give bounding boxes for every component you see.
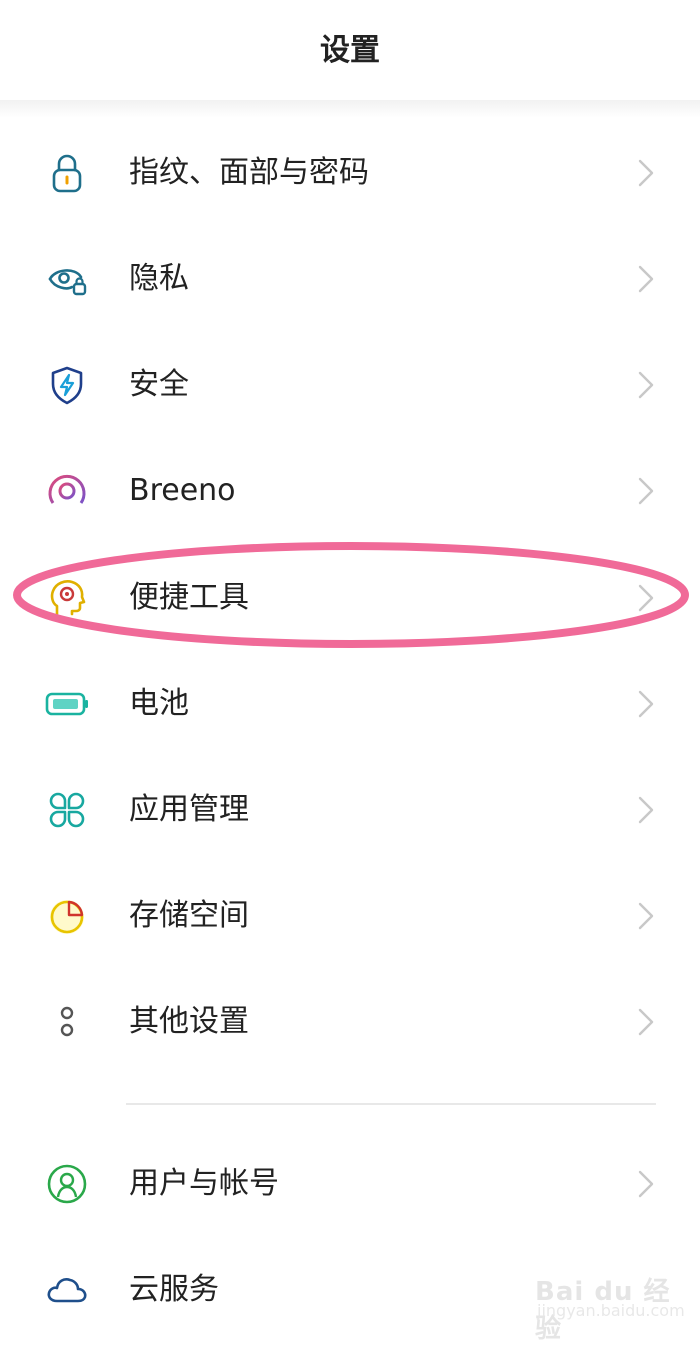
settings-item-fingerprint-face-password[interactable]: 指纹、面部与密码 [0, 128, 700, 218]
breeno-ring-icon [45, 469, 89, 513]
more-dots-icon [45, 1000, 89, 1044]
settings-item-battery[interactable]: 电池 [0, 659, 700, 749]
settings-item-security[interactable]: 安全 [0, 340, 700, 430]
settings-item-label: 指纹、面部与密码 [129, 155, 369, 190]
chevron-right-icon [632, 898, 658, 934]
chevron-right-icon [632, 261, 658, 297]
settings-item-label: 安全 [129, 367, 189, 402]
shield-bolt-icon [45, 363, 89, 407]
chevron-right-icon [632, 792, 658, 828]
settings-item-label: Breeno [129, 473, 236, 508]
lock-icon [45, 151, 89, 195]
settings-item-label: 云服务 [129, 1272, 219, 1307]
settings-item-label: 应用管理 [129, 792, 249, 827]
settings-item-label: 其他设置 [129, 1004, 249, 1039]
settings-item-label: 用户与帐号 [129, 1166, 279, 1201]
settings-item-label: 存储空间 [129, 898, 249, 933]
settings-item-storage[interactable]: 存储空间 [0, 871, 700, 961]
settings-item-users-accounts[interactable]: 用户与帐号 [0, 1139, 700, 1229]
chevron-right-icon [632, 580, 658, 616]
privacy-eye-lock-icon [45, 257, 89, 301]
pie-chart-icon [45, 894, 89, 938]
battery-icon [45, 682, 89, 726]
settings-item-cloud-service[interactable]: 云服务 [0, 1245, 700, 1335]
section-divider [126, 1103, 656, 1105]
settings-item-convenience-tools[interactable]: 便捷工具 [0, 553, 700, 643]
app-grid-icon [45, 788, 89, 832]
chevron-right-icon [632, 686, 658, 722]
chevron-right-icon [632, 1166, 658, 1202]
chevron-right-icon [632, 155, 658, 191]
cloud-icon [45, 1268, 89, 1312]
settings-item-label: 电池 [129, 686, 189, 721]
settings-item-privacy[interactable]: 隐私 [0, 234, 700, 324]
settings-item-label: 便捷工具 [129, 580, 249, 615]
settings-item-label: 隐私 [129, 261, 189, 296]
settings-list: 指纹、面部与密码 隐私 安全 Breeno 便捷工具 电池 应用管理 存储空间 … [0, 0, 700, 1337]
chevron-right-icon [632, 367, 658, 403]
settings-item-breeno[interactable]: Breeno [0, 446, 700, 536]
head-profile-icon [45, 576, 89, 620]
user-icon [45, 1162, 89, 1206]
settings-item-app-management[interactable]: 应用管理 [0, 765, 700, 855]
chevron-right-icon [632, 473, 658, 509]
chevron-right-icon [632, 1004, 658, 1040]
settings-item-other-settings[interactable]: 其他设置 [0, 977, 700, 1067]
